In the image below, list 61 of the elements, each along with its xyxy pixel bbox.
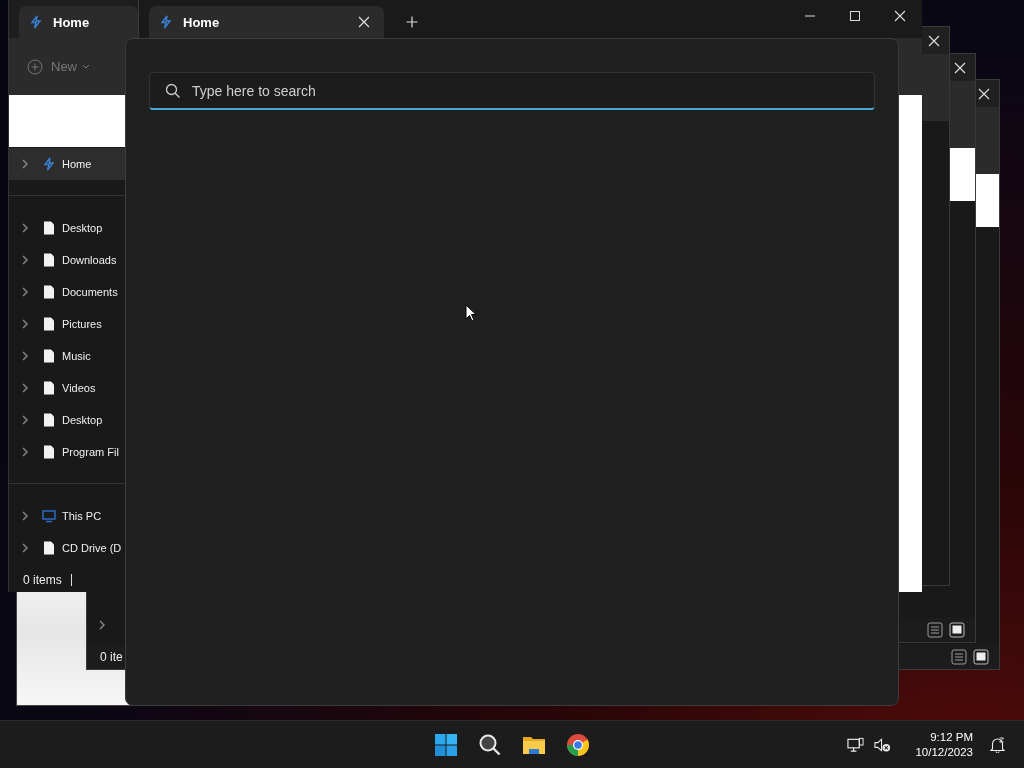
monitor-network-icon[interactable] <box>847 736 865 753</box>
home-icon <box>29 15 43 29</box>
file-icon <box>42 285 56 299</box>
file-icon <box>42 221 56 235</box>
sidebar-item[interactable]: This PC <box>9 500 125 532</box>
sidebar-item[interactable]: Downloads <box>9 244 125 276</box>
list-view-icon[interactable] <box>951 649 967 665</box>
file-icon <box>42 349 56 363</box>
speaker-muted-icon[interactable] <box>874 736 892 753</box>
search-field[interactable]: Type here to search <box>149 72 875 110</box>
chevron-icon[interactable] <box>22 543 28 553</box>
status-text: 0 ite <box>100 650 123 664</box>
sidebar-item[interactable]: Desktop <box>9 404 125 436</box>
close-icon[interactable] <box>358 16 370 28</box>
file-icon <box>42 445 56 459</box>
search-icon[interactable] <box>478 732 502 757</box>
sidebar-item[interactable]: Program Fil <box>9 436 125 468</box>
chevron-icon[interactable] <box>22 383 28 393</box>
chevron-icon[interactable] <box>22 159 28 169</box>
sidebar-item[interactable]: Home <box>9 148 125 180</box>
home-icon <box>159 15 173 29</box>
clock[interactable]: 9:12 PM 10/12/2023 <box>915 729 973 760</box>
chevron-icon[interactable] <box>22 415 28 425</box>
list-view-icon[interactable] <box>927 622 943 638</box>
sidebar-item[interactable]: Documents <box>9 276 125 308</box>
tab[interactable]: Home <box>149 6 384 38</box>
plus-icon[interactable] <box>406 16 418 28</box>
close-icon[interactable] <box>978 87 990 100</box>
sidebar-item[interactable]: CD Drive (D <box>9 532 125 564</box>
chevron-icon[interactable] <box>22 511 28 521</box>
bell-icon[interactable] <box>989 736 1006 753</box>
start-icon[interactable] <box>434 732 458 757</box>
chevron-icon[interactable] <box>22 319 28 329</box>
plus-circle-icon <box>27 58 43 75</box>
close-icon[interactable] <box>928 34 940 47</box>
tile-view-icon[interactable] <box>973 649 989 665</box>
sidebar-item[interactable]: Desktop <box>9 212 125 244</box>
browser-icon[interactable] <box>566 732 590 757</box>
close-icon[interactable] <box>954 61 966 74</box>
file-icon <box>42 413 56 427</box>
tab[interactable]: Home <box>19 6 138 38</box>
chevron-icon[interactable] <box>22 287 28 297</box>
chevron-icon[interactable] <box>22 447 28 457</box>
sidebar-item[interactable]: Music <box>9 340 125 372</box>
chevron-icon[interactable] <box>99 620 105 630</box>
chevron-icon[interactable] <box>22 255 28 265</box>
file-icon <box>42 253 56 267</box>
monitor-icon <box>42 509 56 523</box>
caret-icon <box>82 64 90 69</box>
chevron-icon[interactable] <box>22 223 28 233</box>
search-icon <box>165 83 181 99</box>
sidebar-item[interactable]: Pictures <box>9 308 125 340</box>
home-icon <box>42 157 56 171</box>
mouse-cursor-icon <box>465 304 477 322</box>
file-icon <box>42 541 56 555</box>
status-text: 0 items <box>23 573 62 587</box>
sidebar-item[interactable]: Videos <box>9 372 125 404</box>
file-icon <box>42 381 56 395</box>
chevron-icon[interactable] <box>22 351 28 361</box>
tile-view-icon[interactable] <box>949 622 965 638</box>
file-icon <box>42 317 56 331</box>
